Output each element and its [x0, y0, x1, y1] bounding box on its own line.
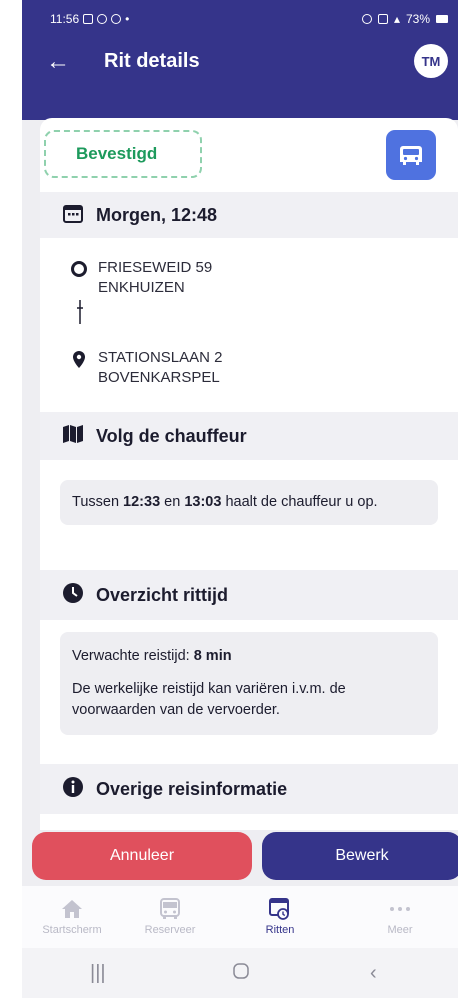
map-pin-icon [70, 350, 88, 376]
status-indicators: ▴ 73% [361, 12, 448, 26]
cancel-button[interactable]: Annuleer [32, 832, 252, 880]
more-dots-icon [350, 894, 450, 924]
travel-time-note: De werkelijke reistijd kan variëren i.v.… [72, 681, 346, 718]
follow-driver-section[interactable]: Volg de chauffeur [40, 412, 458, 460]
map-icon [62, 424, 84, 449]
notification-icon [111, 14, 122, 24]
route-connector-icon [77, 300, 83, 329]
pickup-window-prefix: Tussen [72, 494, 124, 510]
bottom-navigation: Startscherm Reserveer Ritten Meer [22, 886, 458, 948]
signal-icon: ▴ [393, 12, 400, 26]
nav-label-more: Meer [387, 924, 413, 936]
dot-icon: • [125, 12, 130, 26]
nav-label-home: Startscherm [42, 924, 102, 936]
circle-icon [70, 260, 88, 284]
pickup-line-2: ENKHUIZEN [98, 279, 185, 296]
dropoff-line-2: BOVENKARSPEL [98, 369, 220, 386]
recent-apps-icon[interactable]: ||| [90, 962, 106, 985]
pickup-window-to: 13:03 [184, 494, 222, 510]
app-header: ← Rit details TM [22, 36, 458, 120]
page-title: Rit details [104, 50, 200, 72]
ride-time-overview-section: Overzicht rittijd [40, 570, 458, 620]
mute-icon [377, 14, 388, 24]
arrow-left-icon[interactable]: ← [46, 48, 70, 76]
battery-level: 73% [405, 12, 430, 26]
ride-details-card: Bevestigd Morgen, 12:48 FRIESEWEID 59 EN… [40, 118, 458, 830]
nav-item-home[interactable]: Startscherm [22, 894, 122, 936]
expected-value: 8 min [193, 648, 232, 664]
expected-label: Verwachte reistijd: [72, 648, 194, 664]
info-icon [62, 776, 84, 803]
back-nav-icon[interactable]: ‹ [370, 962, 377, 985]
dropoff-location: STATIONSLAAN 2 BOVENKARSPEL [70, 348, 222, 388]
clock-icon [62, 582, 84, 609]
alarm-icon [361, 14, 372, 24]
system-navigation-bar: ||| ‹ [22, 948, 458, 998]
notification-icon [97, 14, 108, 24]
avatar[interactable]: TM [414, 44, 448, 78]
status-time-group: 11:56 • [50, 12, 129, 26]
nav-label-rides: Ritten [265, 924, 295, 936]
status-time: 11:56 [50, 12, 80, 26]
pickup-window-mid: en [160, 494, 185, 510]
status-bar: 11:56 • ▴ 73% [22, 0, 458, 36]
bus-icon [120, 894, 220, 924]
battery-icon [436, 15, 448, 23]
pickup-window-info: Tussen 12:33 en 13:03 haalt de chauffeur… [60, 480, 438, 525]
pickup-line-1: FRIESEWEID 59 [98, 259, 213, 276]
ride-datetime: Morgen, 12:48 [96, 204, 218, 225]
status-badge: Bevestigd [44, 130, 202, 178]
home-icon [22, 894, 122, 924]
overview-title: Overzicht rittijd [96, 584, 229, 605]
calendar-icon [62, 202, 84, 229]
home-button-icon[interactable] [232, 962, 250, 986]
other-travel-info-section: Overige reisinformatie [40, 764, 458, 814]
pickup-window-suffix: haalt de chauffeur u op. [221, 494, 378, 510]
phone-screen: 11:56 • ▴ 73% ← Rit details TM Bevestigd [22, 0, 458, 998]
travel-time-info: Verwachte reistijd: 8 min De werkelijke … [60, 632, 438, 735]
expected-travel-time: Verwachte reistijd: 8 min [72, 646, 426, 667]
notification-icon [83, 14, 94, 24]
car-icon [386, 130, 436, 180]
nav-item-reserve[interactable]: Reserveer [120, 894, 220, 936]
nav-label-reserve: Reserveer [144, 924, 196, 936]
dropoff-line-1: STATIONSLAAN 2 [98, 349, 223, 366]
edit-button[interactable]: Bewerk [262, 832, 458, 880]
calendar-clock-icon [230, 894, 330, 924]
date-section: Morgen, 12:48 [40, 192, 458, 238]
other-info-title: Overige reisinformatie [96, 778, 288, 799]
follow-driver-title: Volg de chauffeur [96, 425, 247, 446]
nav-item-more[interactable]: Meer [350, 894, 450, 936]
pickup-location: FRIESEWEID 59 ENKHUIZEN [70, 258, 212, 298]
pickup-window-from: 12:33 [123, 494, 161, 510]
nav-item-rides[interactable]: Ritten [230, 894, 330, 936]
